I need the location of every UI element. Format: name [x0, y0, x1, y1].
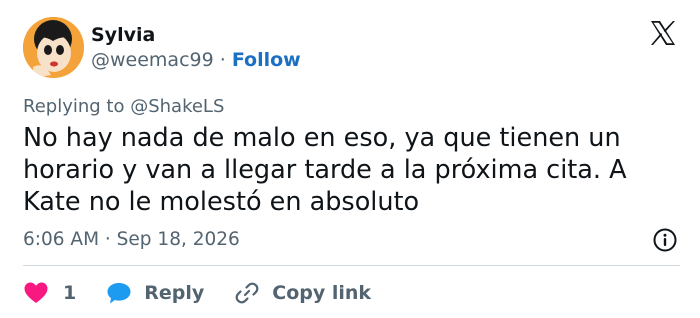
follow-button[interactable]: Follow [232, 49, 301, 71]
like-count: 1 [63, 282, 77, 304]
reply-context: Replying to @ShakeLS [23, 96, 225, 117]
divider [23, 265, 680, 266]
tweet-body: No hay nada de malo en eso, ya que tiene… [23, 123, 627, 217]
separator-dot: · [219, 49, 226, 71]
link-icon [235, 282, 259, 304]
avatar-image [23, 17, 84, 78]
copy-link-label: Copy link [272, 282, 372, 304]
timestamp[interactable]: 6:06 AM · Sep 18, 2026 [23, 229, 240, 250]
handle-line: @weemac99 · Follow [91, 49, 301, 71]
user-handle[interactable]: @weemac99 [91, 49, 214, 71]
tweet-card: Sylvia @weemac99 · Follow Replying to @S… [0, 0, 700, 318]
x-logo-icon[interactable] [648, 18, 678, 48]
reply-button[interactable]: Reply [106, 281, 204, 305]
speech-bubble-icon [107, 283, 131, 304]
heart-icon [24, 282, 48, 303]
action-bar: 1 Reply Copy link [23, 278, 371, 308]
info-icon[interactable] [652, 227, 678, 253]
display-name[interactable]: Sylvia [91, 24, 155, 46]
reply-label: Reply [144, 282, 205, 304]
like-button[interactable]: 1 [23, 281, 76, 305]
copy-link-button[interactable]: Copy link [234, 280, 371, 306]
avatar[interactable] [23, 17, 84, 78]
